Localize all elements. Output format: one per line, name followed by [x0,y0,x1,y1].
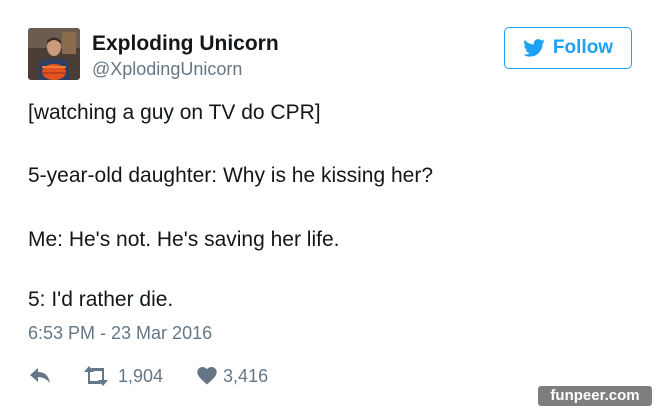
like-count: 3,416 [223,366,269,386]
heart-icon [197,367,217,385]
tweet-line-3: Me: He's not. He's saving her life. [28,228,340,251]
like-button[interactable]: 3,416 [197,365,268,387]
follow-button[interactable]: Follow [504,27,632,69]
watermark: funpeer.com [538,386,652,406]
tweet-line-2: 5-year-old daughter: Why is he kissing h… [28,164,434,187]
tweet-line-4: 5: I'd rather die. [28,288,174,311]
tweet-timestamp[interactable]: 6:53 PM - 23 Mar 2016 [28,322,212,344]
tweet-card: Exploding Unicorn @XplodingUnicorn Follo… [0,0,660,409]
retweet-button[interactable]: 1,904 [82,365,163,387]
author-handle[interactable]: @XplodingUnicorn [92,58,242,80]
retweet-count: 1,904 [118,366,164,386]
avatar[interactable] [28,28,80,80]
follow-label: Follow [552,37,614,58]
retweet-icon [82,366,110,386]
reply-arrow-icon [28,366,52,386]
bird-icon [523,39,545,57]
reply-button[interactable] [28,366,52,386]
tweet-actions: 1,904 3,416 [28,364,268,388]
author-display-name[interactable]: Exploding Unicorn [92,31,279,57]
tweet-line-1: [watching a guy on TV do CPR] [28,101,321,124]
